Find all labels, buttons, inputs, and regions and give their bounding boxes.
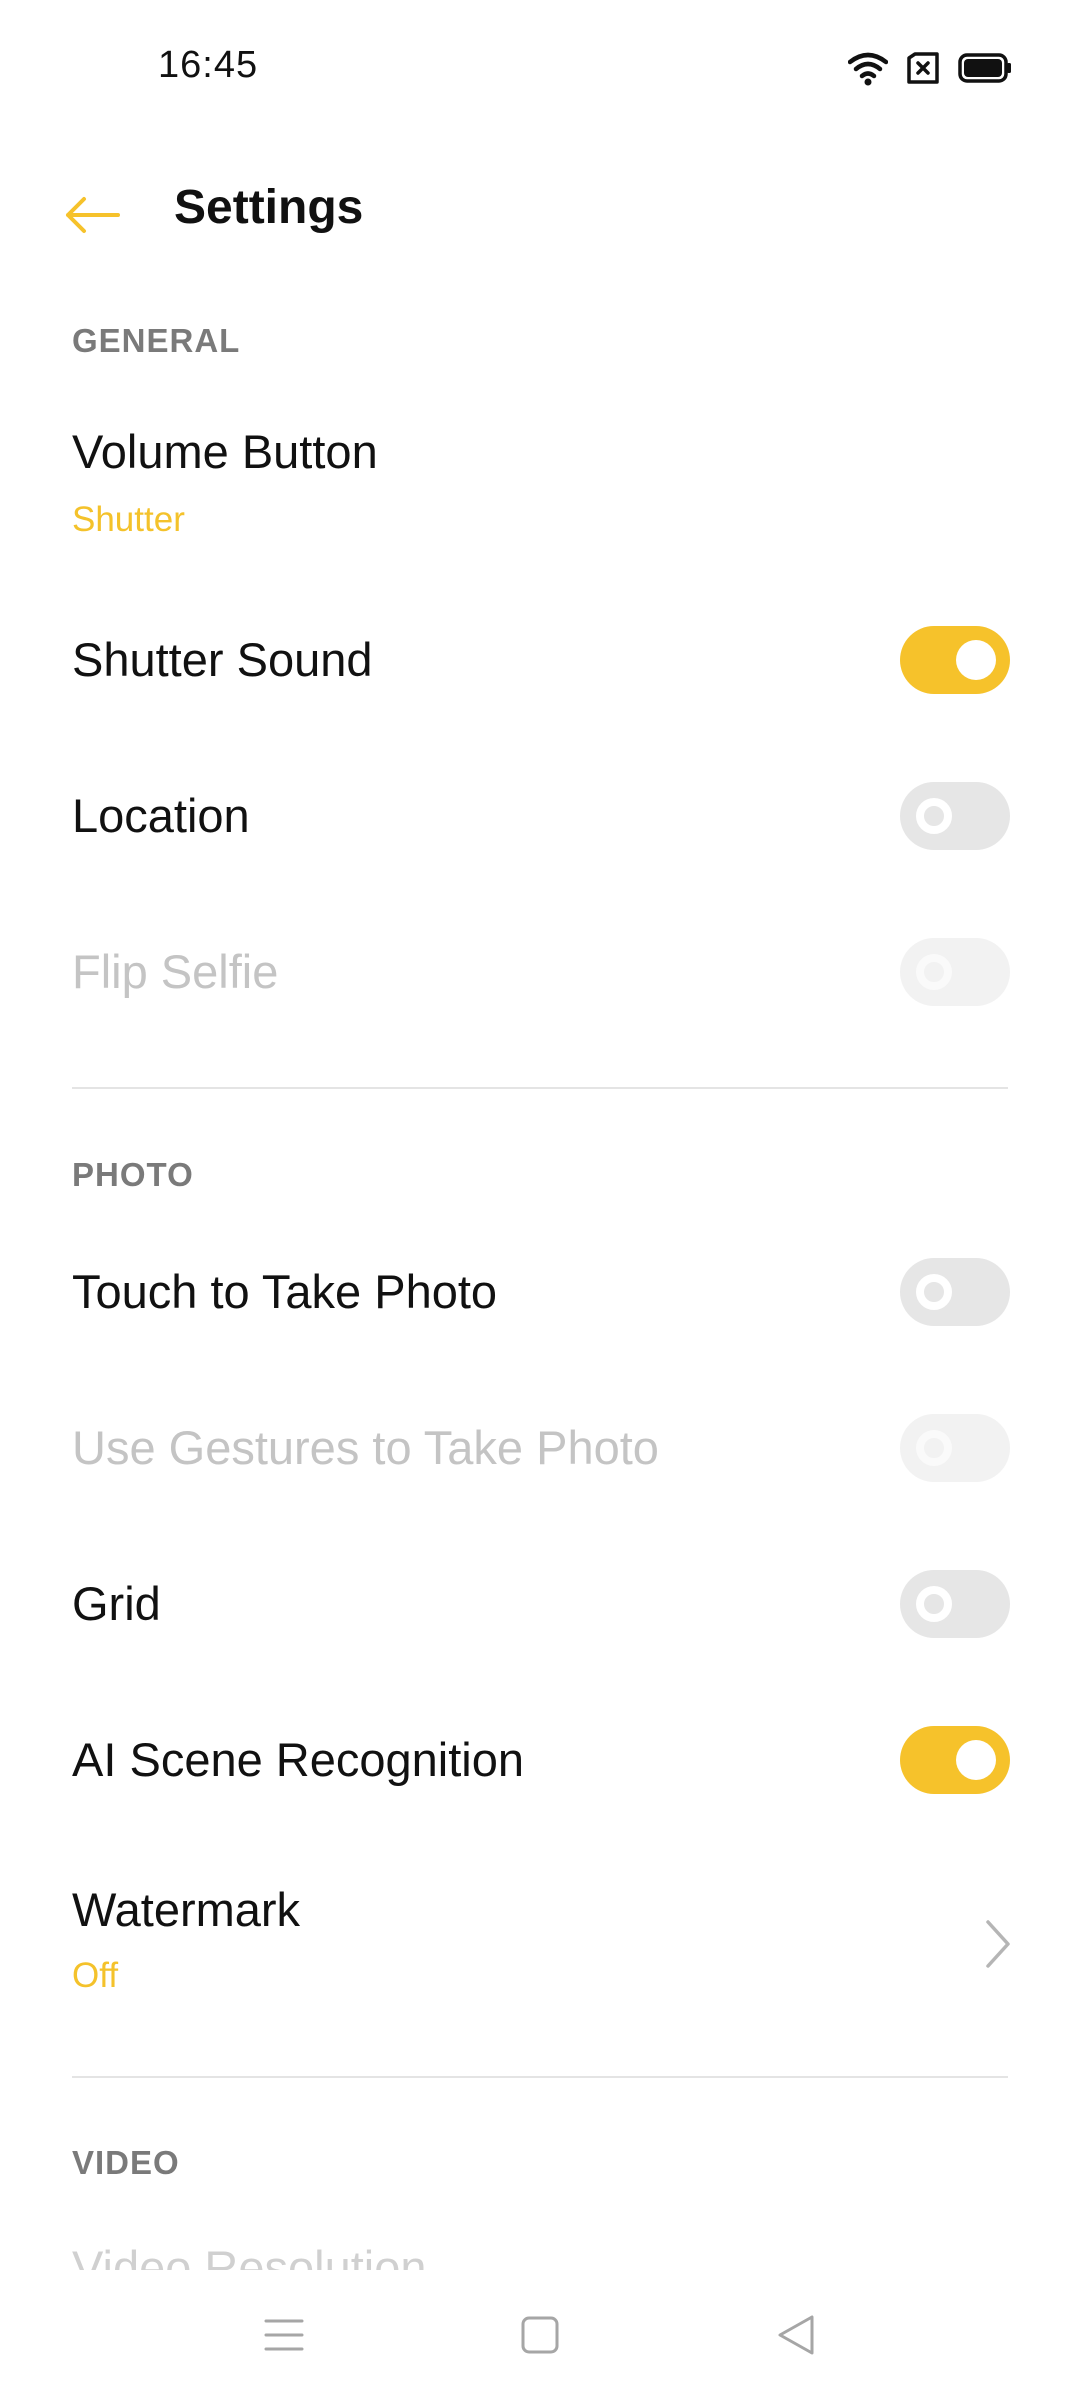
setting-video-resolution[interactable]: Video Resolution bbox=[72, 2240, 427, 2274]
setting-value: Shutter bbox=[72, 500, 185, 539]
setting-title: Use Gestures to Take Photo bbox=[72, 1421, 659, 1474]
setting-grid[interactable]: Grid bbox=[0, 1544, 1080, 1664]
use-gestures-toggle bbox=[900, 1414, 1010, 1482]
app-bar: Settings bbox=[0, 160, 1080, 270]
location-toggle[interactable] bbox=[900, 782, 1010, 850]
setting-title: AI Scene Recognition bbox=[72, 1733, 525, 1786]
setting-touch-to-take-photo[interactable]: Touch to Take Photo bbox=[0, 1232, 1080, 1352]
setting-title: Grid bbox=[72, 1577, 161, 1630]
setting-title: Shutter Sound bbox=[72, 633, 373, 686]
back-triangle-icon bbox=[778, 2315, 814, 2355]
setting-watermark[interactable]: Watermark Off bbox=[0, 1856, 1080, 2016]
setting-title: Location bbox=[72, 789, 250, 842]
status-bar: 16:45 bbox=[0, 0, 1080, 140]
setting-title: Volume Button bbox=[72, 425, 378, 478]
setting-volume-button[interactable]: Volume Button Shutter bbox=[0, 400, 1080, 560]
back-nav-button[interactable] bbox=[756, 2300, 836, 2370]
setting-title: Touch to Take Photo bbox=[72, 1265, 498, 1318]
setting-title: Watermark bbox=[72, 1883, 301, 1936]
home-button[interactable] bbox=[500, 2300, 580, 2370]
section-header-general: GENERAL bbox=[72, 322, 241, 359]
page-title: Settings bbox=[174, 181, 364, 234]
setting-location[interactable]: Location bbox=[0, 756, 1080, 876]
setting-flip-selfie: Flip Selfie bbox=[0, 912, 1080, 1032]
no-sim-icon bbox=[906, 51, 940, 89]
wifi-icon bbox=[847, 50, 889, 91]
divider bbox=[72, 2076, 1008, 2078]
navigation-bar bbox=[0, 2270, 1080, 2400]
menu-icon bbox=[264, 2319, 304, 2351]
grid-toggle[interactable] bbox=[900, 1570, 1010, 1638]
setting-ai-scene-recognition[interactable]: AI Scene Recognition bbox=[0, 1700, 1080, 1820]
shutter-sound-toggle[interactable] bbox=[900, 626, 1010, 694]
flip-selfie-toggle bbox=[900, 938, 1010, 1006]
ai-scene-recognition-toggle[interactable] bbox=[900, 1726, 1010, 1794]
section-header-photo: PHOTO bbox=[72, 1156, 194, 1193]
touch-to-take-photo-toggle[interactable] bbox=[900, 1258, 1010, 1326]
home-icon bbox=[521, 2316, 559, 2354]
divider bbox=[72, 1087, 1008, 1089]
battery-icon bbox=[958, 52, 1012, 88]
status-icons bbox=[847, 50, 1012, 91]
section-header-video: VIDEO bbox=[72, 2144, 180, 2181]
setting-shutter-sound[interactable]: Shutter Sound bbox=[0, 600, 1080, 720]
arrow-left-icon bbox=[66, 197, 120, 233]
chevron-right-icon bbox=[986, 1920, 1010, 1968]
setting-title: Flip Selfie bbox=[72, 945, 279, 998]
menu-button[interactable] bbox=[244, 2300, 324, 2370]
back-button[interactable] bbox=[60, 185, 124, 245]
setting-value: Off bbox=[72, 1956, 119, 1995]
status-time: 16:45 bbox=[158, 44, 259, 86]
setting-use-gestures: Use Gestures to Take Photo bbox=[0, 1388, 1080, 1508]
camera-settings-screen: 16:45 Settings GENERAL Volume Button Shu… bbox=[0, 0, 1080, 2400]
